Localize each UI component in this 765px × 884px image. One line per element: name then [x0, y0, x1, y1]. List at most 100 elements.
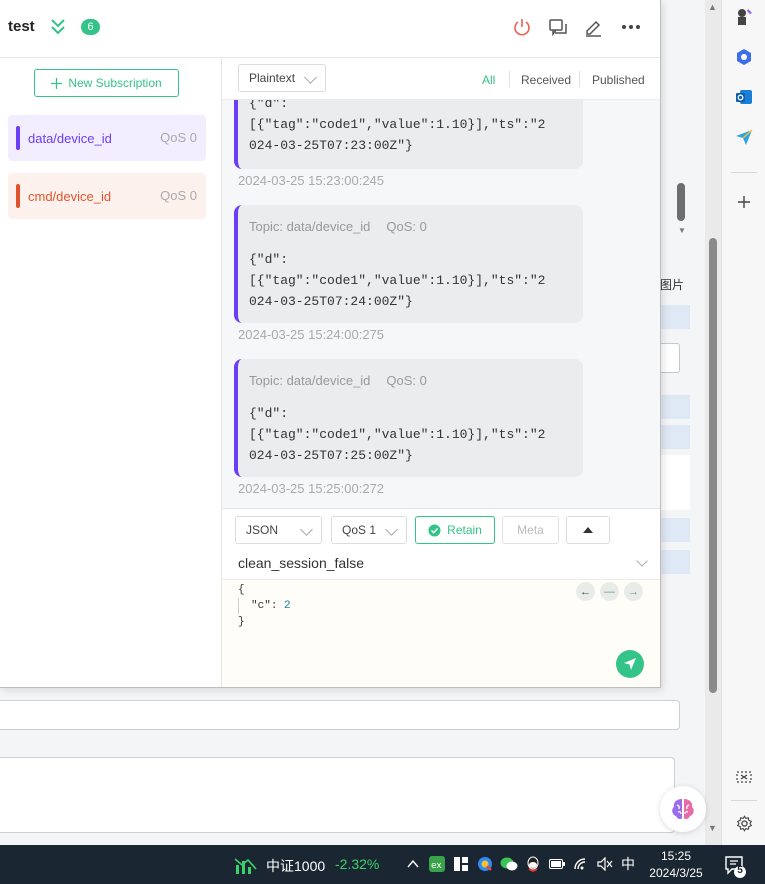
scroll-up-icon[interactable]: ▲ [708, 2, 717, 12]
system-clock[interactable]: 15:25 2024/3/25 [646, 848, 706, 882]
colorful-app-icon[interactable] [476, 855, 494, 873]
ex-app-icon[interactable]: ex [428, 855, 446, 873]
clock-date: 2024/3/25 [649, 866, 703, 880]
stock-chart-icon[interactable] [234, 855, 258, 878]
history-back-icon[interactable]: ← [576, 582, 595, 601]
outlook-icon[interactable] [732, 85, 756, 109]
publish-qos-select[interactable]: QoS 1 [331, 516, 407, 544]
chevron-down-icon [304, 71, 317, 84]
background-row [660, 395, 690, 419]
tab-received[interactable]: Received [521, 73, 571, 87]
payload-format-value: Plaintext [249, 71, 296, 85]
message-payload: {"d": [{"tag":"code1","value":1.10}],"ts… [249, 100, 546, 153]
subscription-topic: cmd/device_id [28, 188, 112, 204]
settings-gear-icon[interactable] [732, 811, 756, 835]
message-card[interactable]: Topic: data/device_id QoS: 0 {"d": [{"tag… [234, 359, 583, 477]
notification-count: 5 [737, 865, 743, 876]
payload-editor[interactable]: { "c": 2 } [222, 579, 660, 687]
message-qos: QoS: 0 [386, 219, 427, 234]
ai-assistant-button[interactable] [660, 786, 706, 832]
page-scrollbar-thumb[interactable] [709, 238, 717, 693]
background-input[interactable] [660, 343, 680, 373]
grid-app-icon[interactable] [452, 855, 470, 873]
send-app-icon[interactable] [732, 125, 756, 149]
chess-app-icon[interactable] [732, 5, 756, 29]
subscription-color-bar [16, 126, 20, 150]
caret-up-icon [583, 527, 593, 533]
chevron-down-icon [300, 523, 313, 536]
history-forward-icon[interactable]: → [624, 582, 643, 601]
publish-qos-value: QoS 1 [342, 523, 377, 537]
expand-up-button[interactable] [566, 516, 610, 544]
tab-all[interactable]: All [482, 73, 495, 87]
message-qos: QoS: 0 [386, 373, 427, 388]
chevrons-down-icon[interactable] [49, 17, 67, 37]
subscription-item[interactable]: data/device_id QoS 0 [8, 115, 206, 161]
check-circle-icon [428, 524, 441, 536]
connection-header: test 6 [0, 0, 660, 58]
message-meta: Topic: data/device_id QoS: 0 [249, 219, 427, 234]
message-card[interactable]: Topic: data/device_id QoS: 0 {"d": [{"tag… [234, 205, 583, 323]
publish-format-value: JSON [246, 523, 279, 537]
background-input-line[interactable] [0, 700, 680, 730]
volume-muted-icon[interactable] [596, 855, 614, 873]
brain-icon [672, 799, 694, 820]
inner-scrollbar-thumb[interactable] [677, 183, 685, 221]
message-toolbar: Plaintext All Received Published [222, 58, 660, 100]
message-card[interactable]: {"d": [{"tag":"code1","value":1.10}],"ts… [234, 100, 583, 169]
message-list: {"d": [{"tag":"code1","value":1.10}],"ts… [222, 100, 660, 508]
subscription-qos: QoS 0 [160, 188, 197, 203]
edit-pencil-icon[interactable] [582, 16, 604, 38]
subscription-color-bar [16, 184, 20, 208]
retain-toggle[interactable]: Retain [415, 516, 495, 544]
disconnect-power-icon[interactable] [511, 16, 533, 38]
input-method-indicator[interactable]: 中 [619, 855, 637, 873]
wechat-icon[interactable] [500, 855, 518, 873]
new-subscription-label: New Subscription [68, 76, 162, 90]
send-button[interactable] [616, 650, 644, 678]
qq-icon[interactable] [524, 855, 542, 873]
tray-expand-icon[interactable] [404, 855, 422, 873]
background-panel [660, 455, 690, 510]
subscription-item[interactable]: cmd/device_id QoS 0 [8, 173, 206, 219]
subscription-panel: New Subscription data/device_id QoS 0 cm… [0, 58, 222, 687]
screenshot-icon[interactable] [732, 765, 756, 789]
send-icon [624, 658, 636, 670]
tab-published[interactable]: Published [592, 73, 645, 87]
mqttx-window: test 6 New Subscription data/device_id Q… [0, 0, 661, 688]
background-row [660, 518, 690, 542]
subscription-qos: QoS 0 [160, 130, 197, 145]
copilot-icon[interactable] [732, 45, 756, 69]
payload-key: "c" [251, 600, 271, 612]
subscription-count-badge: 6 [81, 19, 100, 35]
scroll-down-icon[interactable]: ▼ [708, 823, 717, 833]
publish-topic-input[interactable]: clean_session_false [238, 555, 364, 571]
meta-button[interactable]: Meta [502, 516, 559, 544]
more-options-icon[interactable] [620, 16, 642, 38]
new-window-icon[interactable] [547, 16, 569, 38]
chevron-down-icon [385, 523, 398, 536]
wifi-icon[interactable] [572, 855, 590, 873]
battery-icon[interactable] [548, 855, 566, 873]
topic-history-chevron-icon[interactable] [636, 555, 648, 567]
new-subscription-button[interactable]: New Subscription [34, 69, 179, 97]
stock-index-name[interactable]: 中证1000 [266, 856, 325, 876]
message-topic: Topic: data/device_id [249, 219, 371, 234]
stock-index-change: -2.32% [335, 856, 380, 872]
payload-line: { [238, 584, 245, 596]
plus-icon [51, 77, 63, 89]
clock-time: 15:25 [660, 849, 692, 863]
background-textarea[interactable] [0, 757, 675, 833]
subscription-topic: data/device_id [28, 130, 112, 146]
payload-format-select[interactable]: Plaintext [238, 64, 326, 92]
payload-line: } [238, 616, 245, 628]
history-reset-icon[interactable]: — [600, 582, 619, 601]
inner-scroll-down-icon[interactable]: ▼ [678, 226, 686, 235]
publish-panel: JSON QoS 1 Retain Meta clean_session_fal… [222, 508, 660, 687]
publish-format-select[interactable]: JSON [235, 516, 322, 544]
notification-center-icon[interactable]: 5 [723, 853, 749, 879]
add-icon[interactable] [732, 190, 756, 214]
background-row [660, 550, 690, 574]
message-payload: {"d": [{"tag":"code1","value":1.10}],"ts… [249, 406, 546, 463]
background-row [660, 305, 690, 329]
